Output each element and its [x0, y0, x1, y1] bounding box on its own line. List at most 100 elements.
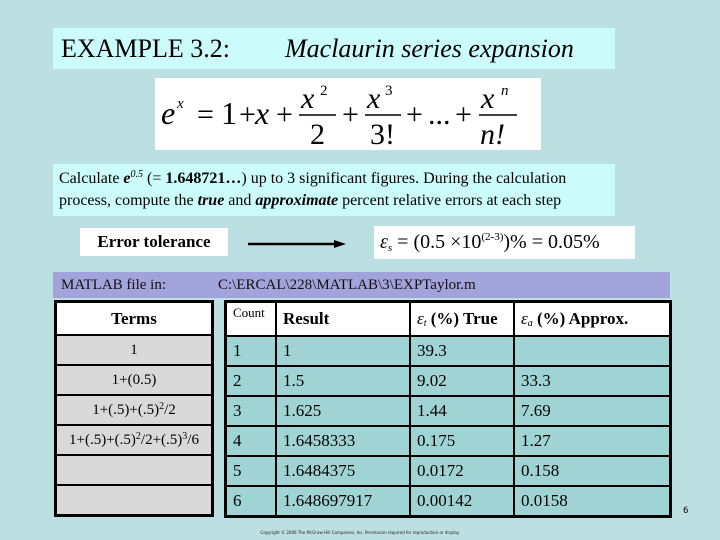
problem-true-word: true [197, 192, 225, 209]
terms-row: 1+(.5)+(.5)2/2+(.5)3/6 [57, 426, 211, 454]
true-error-cell: 1.44 [409, 395, 515, 427]
problem-exact-value: 1.648721… [165, 170, 242, 187]
frac2-den: 3! [370, 118, 395, 150]
eps-s-symbol: ε [380, 231, 388, 253]
tolerance-expr-1: = (0.5 ×10 [392, 231, 482, 253]
terms-row: 1+(0.5) [57, 366, 211, 394]
results-row: 3 1.625 1.44 7.69 [224, 395, 672, 427]
approx-error-label: (%) Approx. [532, 309, 629, 328]
error-tolerance-label: Error tolerance [80, 228, 228, 256]
result-cell: 1.5 [275, 365, 411, 397]
true-error-cell: 39.3 [409, 335, 515, 367]
arrow-right-icon [248, 240, 346, 248]
formula-plus-2: + [276, 98, 293, 131]
formula-equals: = [197, 98, 214, 131]
problem-text-2: (= [143, 170, 166, 187]
results-row: 5 1.6484375 0.0172 0.158 [224, 455, 672, 487]
example-label: EXAMPLE 3.2: [61, 34, 230, 63]
fracn-num-base: x [480, 82, 495, 115]
approx-error-cell [513, 335, 672, 367]
matlab-file-bar: MATLAB file in: C:\ERCAL\228\MATLAB\3\EX… [53, 272, 670, 298]
fracn-den: n! [480, 118, 505, 150]
approx-error-cell: 0.158 [513, 455, 672, 487]
true-error-cell: 0.00142 [409, 485, 515, 518]
problem-approx-word: approximate [255, 192, 339, 209]
approx-error-cell: 7.69 [513, 395, 672, 427]
formula-ellipsis: ... [428, 98, 451, 131]
true-error-label: (%) True [426, 309, 498, 328]
error-tolerance-formula: εs = (0.5 ×10(2-3))% = 0.05% [374, 226, 635, 259]
problem-e-base: e [123, 170, 131, 187]
approx-error-cell: 1.27 [513, 425, 672, 457]
formula-lhs-base: e [161, 95, 175, 131]
results-table: Count Result εt (%) True εa (%) Approx. … [224, 300, 672, 518]
formula-plus-5: + [455, 98, 472, 131]
results-row: 2 1.5 9.02 33.3 [224, 365, 672, 397]
terms-header: Terms [57, 303, 211, 334]
result-cell: 1 [275, 335, 411, 367]
count-cell: 6 [224, 485, 277, 518]
term-text: 1+(.5)+(.5) [69, 432, 136, 448]
count-cell: 2 [224, 365, 277, 397]
problem-e-exp: 0.5 [130, 169, 144, 180]
terms-table: Terms 1 1+(0.5) 1+(.5)+(.5)2/2 1+(.5)+(.… [54, 300, 214, 517]
true-error-header: εt (%) True [409, 300, 515, 337]
term-text: /2+(.5) [140, 432, 183, 448]
frac1-num-base: x [300, 82, 315, 115]
terms-row [57, 456, 211, 484]
results-header-row: Count Result εt (%) True εa (%) Approx. [224, 300, 672, 337]
result-header: Result [275, 300, 411, 337]
approx-error-cell: 33.3 [513, 365, 672, 397]
maclaurin-formula: e x = 1 + x + x 2 2 + x 3 3! + ... + x n… [155, 78, 541, 150]
term-text: 1+(0.5) [111, 372, 157, 388]
terms-row: 1 [57, 336, 211, 364]
result-cell: 1.625 [275, 395, 411, 427]
result-cell: 1.648697917 [275, 485, 411, 518]
eps-a-symbol: ε [521, 309, 528, 328]
count-cell: 5 [224, 455, 277, 487]
frac1-num-exp: 2 [320, 83, 328, 99]
term-text: 1 [130, 342, 138, 358]
tolerance-expr-2: )% = 0.05% [503, 231, 600, 253]
matlab-file-label: MATLAB file in: [61, 277, 166, 293]
tolerance-expr-sup: (2-3) [481, 231, 504, 243]
frac1-den: 2 [310, 118, 325, 150]
results-row: 1 1 39.3 [224, 335, 672, 367]
count-cell: 4 [224, 425, 277, 457]
matlab-file-path: C:\ERCAL\228\MATLAB\3\EXPTaylor.m [218, 277, 476, 293]
true-error-cell: 9.02 [409, 365, 515, 397]
page-number: 6 [683, 506, 689, 516]
problem-text-1: Calculate [59, 170, 124, 187]
frac2-num-base: x [366, 82, 381, 115]
slide-title-box: EXAMPLE 3.2: Maclaurin series expansion [53, 28, 615, 69]
true-error-cell: 0.0172 [409, 455, 515, 487]
slide-subtitle: Maclaurin series expansion [285, 34, 574, 63]
terms-row [57, 486, 211, 514]
approx-error-header: εa (%) Approx. [513, 300, 672, 337]
term-text: /6 [187, 432, 199, 448]
frac2-num-exp: 3 [385, 83, 393, 99]
true-error-cell: 0.175 [409, 425, 515, 457]
eps-t-symbol: ε [417, 309, 424, 328]
result-cell: 1.6458333 [275, 425, 411, 457]
count-cell: 3 [224, 395, 277, 427]
copyright-notice: Copyright © 2006 The McGraw-Hill Compani… [260, 530, 460, 535]
count-header: Count [224, 300, 277, 337]
result-cell: 1.6484375 [275, 455, 411, 487]
problem-statement: Calculate e0.5 (= 1.648721…) up to 3 sig… [53, 164, 615, 216]
problem-text-4: and [224, 192, 256, 209]
fracn-num-exp: n [501, 83, 509, 99]
formula-plus-1: + [239, 98, 256, 131]
term-text: /2 [164, 402, 176, 418]
count-cell: 1 [224, 335, 277, 367]
problem-text-5: percent relative errors at each step [338, 192, 562, 209]
formula-plus-4: + [406, 98, 423, 131]
approx-error-cell: 0.0158 [513, 485, 672, 518]
terms-row: 1+(.5)+(.5)2/2 [57, 396, 211, 424]
results-row: 4 1.6458333 0.175 1.27 [224, 425, 672, 457]
formula-plus-3: + [342, 98, 359, 131]
term-text: 1+(.5)+(.5) [92, 402, 160, 418]
results-row: 6 1.648697917 0.00142 0.0158 [224, 485, 672, 518]
formula-term2: x [254, 95, 269, 131]
formula-term1: 1 [221, 95, 237, 131]
